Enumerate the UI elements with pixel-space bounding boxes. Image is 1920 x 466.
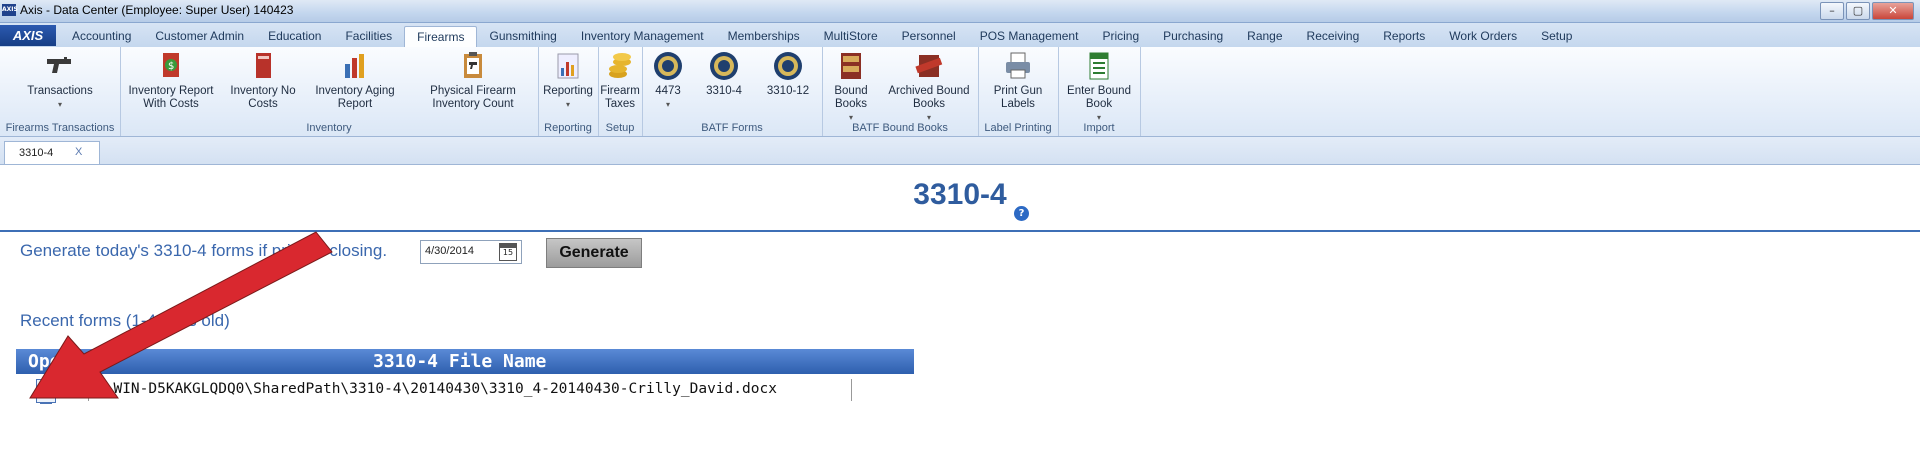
ribbon: Transactions ▾ Firearms Transactions $ I… — [0, 47, 1920, 137]
cell-divider — [88, 379, 89, 401]
tab-firearms[interactable]: Firearms — [404, 26, 478, 49]
tab-setup[interactable]: Setup — [1529, 26, 1584, 47]
column-header-file-name[interactable]: 3310-4 File Name — [373, 351, 546, 372]
generate-button[interactable]: Generate — [546, 238, 642, 268]
aging-chart-icon — [345, 54, 364, 78]
tab-facilities[interactable]: Facilities — [333, 26, 404, 47]
tab-customer-admin[interactable]: Customer Admin — [143, 26, 256, 47]
tab-memberships[interactable]: Memberships — [716, 26, 812, 47]
coins-icon — [609, 53, 631, 78]
seal-icon — [774, 52, 802, 80]
print-gun-labels-button[interactable]: Print Gun Labels — [984, 50, 1052, 111]
title-divider — [0, 230, 1920, 232]
svg-text:$: $ — [168, 61, 174, 72]
tab-pos-management[interactable]: POS Management — [968, 26, 1091, 47]
money-report-icon: $ — [163, 53, 179, 77]
app-logo: AXIS — [2, 4, 18, 16]
tab-multistore[interactable]: MultiStore — [812, 26, 890, 47]
menu-tabs: Accounting Customer Admin Education Faci… — [60, 26, 1584, 49]
tab-reports[interactable]: Reports — [1371, 26, 1437, 47]
group-batf-bound-books: Bound Books ▾ Archived Bound Books ▾ BAT… — [822, 47, 979, 136]
enter-bound-book-button[interactable]: Enter Bound Book ▾ — [1060, 50, 1138, 124]
excel-import-icon — [1089, 52, 1109, 80]
archived-bound-books-button[interactable]: Archived Bound Books ▾ — [882, 50, 976, 124]
window-controls: – ▢ ✕ — [1820, 2, 1914, 20]
group-setup: Firearm Taxes Setup — [598, 47, 643, 136]
chart-icon — [557, 53, 579, 79]
transactions-button[interactable]: Transactions ▾ — [20, 50, 100, 111]
doc-tab-close-icon[interactable]: X — [75, 146, 82, 158]
tab-personnel[interactable]: Personnel — [890, 26, 968, 47]
tab-work-orders[interactable]: Work Orders — [1437, 26, 1529, 47]
forms-grid-header: Open 3310-4 File Name — [16, 349, 914, 374]
column-header-open[interactable]: Open — [28, 351, 71, 372]
inventory-report-with-costs-button[interactable]: $ Inventory Report With Costs — [126, 50, 216, 111]
firearm-taxes-button[interactable]: Firearm Taxes — [598, 50, 642, 111]
group-label-printing: Print Gun Labels Label Printing — [978, 47, 1059, 136]
recent-forms-label: Recent forms (1-4 days old) — [20, 311, 230, 330]
maximize-button[interactable]: ▢ — [1846, 2, 1870, 20]
open-document-icon[interactable] — [36, 379, 56, 404]
group-label-label-printing: Label Printing — [984, 122, 1052, 134]
help-icon[interactable]: ? — [1014, 206, 1029, 221]
tab-education[interactable]: Education — [256, 26, 333, 47]
tab-purchasing[interactable]: Purchasing — [1151, 26, 1235, 47]
group-label-batf-bound-books: BATF Bound Books — [852, 122, 948, 134]
form-3310-12-button[interactable]: 3310-12 — [760, 50, 816, 98]
seal-icon — [654, 52, 682, 80]
inventory-aging-report-button[interactable]: Inventory Aging Report — [308, 50, 402, 111]
doc-tab-3310-4[interactable]: 3310-4 X — [4, 141, 100, 164]
bound-book-icon — [841, 53, 861, 79]
date-value: 4/30/2014 — [425, 245, 474, 257]
printer-icon — [1006, 52, 1030, 79]
tab-receiving[interactable]: Receiving — [1295, 26, 1372, 47]
date-picker[interactable]: 4/30/2014 15 — [420, 240, 522, 264]
file-name-cell: \\WIN-D5KAKGLQDQ0\SharedPath\3310-4\2014… — [96, 381, 777, 397]
tab-accounting[interactable]: Accounting — [60, 26, 143, 47]
group-reporting: Reporting ▾ Reporting — [538, 47, 599, 136]
group-label-firearms-transactions: Firearms Transactions — [5, 122, 115, 134]
group-batf-forms: 4473 ▾ 3310-4 3310-12 BATF Forms — [642, 47, 823, 136]
doc-tab-label: 3310-4 — [19, 147, 54, 159]
minimize-button[interactable]: – — [1820, 2, 1844, 20]
group-import: Enter Bound Book ▾ Import — [1058, 47, 1141, 136]
bound-books-button[interactable]: Bound Books ▾ — [826, 50, 876, 124]
group-label-batf-forms: BATF Forms — [701, 122, 763, 134]
tab-inventory-management[interactable]: Inventory Management — [569, 26, 716, 47]
tab-pricing[interactable]: Pricing — [1090, 26, 1151, 47]
form-3310-4-button[interactable]: 3310-4 — [700, 50, 748, 98]
title-bar: AXIS Axis - Data Center (Employee: Super… — [0, 0, 1920, 23]
cell-divider — [851, 379, 852, 401]
inventory-no-costs-button[interactable]: Inventory No Costs — [224, 50, 302, 111]
close-window-button[interactable]: ✕ — [1872, 2, 1914, 20]
form-4473-button[interactable]: 4473 ▾ — [648, 50, 688, 111]
seal-icon — [710, 52, 738, 80]
group-inventory: $ Inventory Report With Costs Inventory … — [120, 47, 539, 136]
reporting-button[interactable]: Reporting ▾ — [540, 50, 596, 111]
book-report-icon — [256, 53, 271, 78]
generate-instructions: Generate today's 3310-4 forms if prior t… — [20, 241, 388, 260]
calendar-icon[interactable]: 15 — [499, 243, 517, 261]
group-label-setup: Setup — [605, 122, 635, 134]
physical-firearm-inventory-count-button[interactable]: Physical Firearm Inventory Count — [410, 50, 536, 111]
clipboard-icon — [464, 52, 482, 78]
group-label-inventory: Inventory — [306, 122, 352, 134]
group-label-import: Import — [1083, 122, 1115, 134]
archived-book-icon — [915, 55, 943, 77]
window-title: Axis - Data Center (Employee: Super User… — [20, 3, 294, 17]
group-firearms-transactions: Transactions ▾ Firearms Transactions — [0, 47, 121, 136]
group-label-reporting: Reporting — [544, 122, 592, 134]
pistol-icon — [47, 57, 71, 73]
table-row: \\WIN-D5KAKGLQDQ0\SharedPath\3310-4\2014… — [16, 377, 914, 404]
menu-bar: AXIS Accounting Customer Admin Education… — [0, 23, 1920, 49]
page-title: 3310-4 — [913, 178, 1007, 211]
document-tab-strip: 3310-4 X — [0, 137, 1920, 165]
tab-range[interactable]: Range — [1235, 26, 1294, 47]
tab-gunsmithing[interactable]: Gunsmithing — [477, 26, 568, 47]
app-menu-button[interactable]: AXIS — [0, 25, 56, 46]
